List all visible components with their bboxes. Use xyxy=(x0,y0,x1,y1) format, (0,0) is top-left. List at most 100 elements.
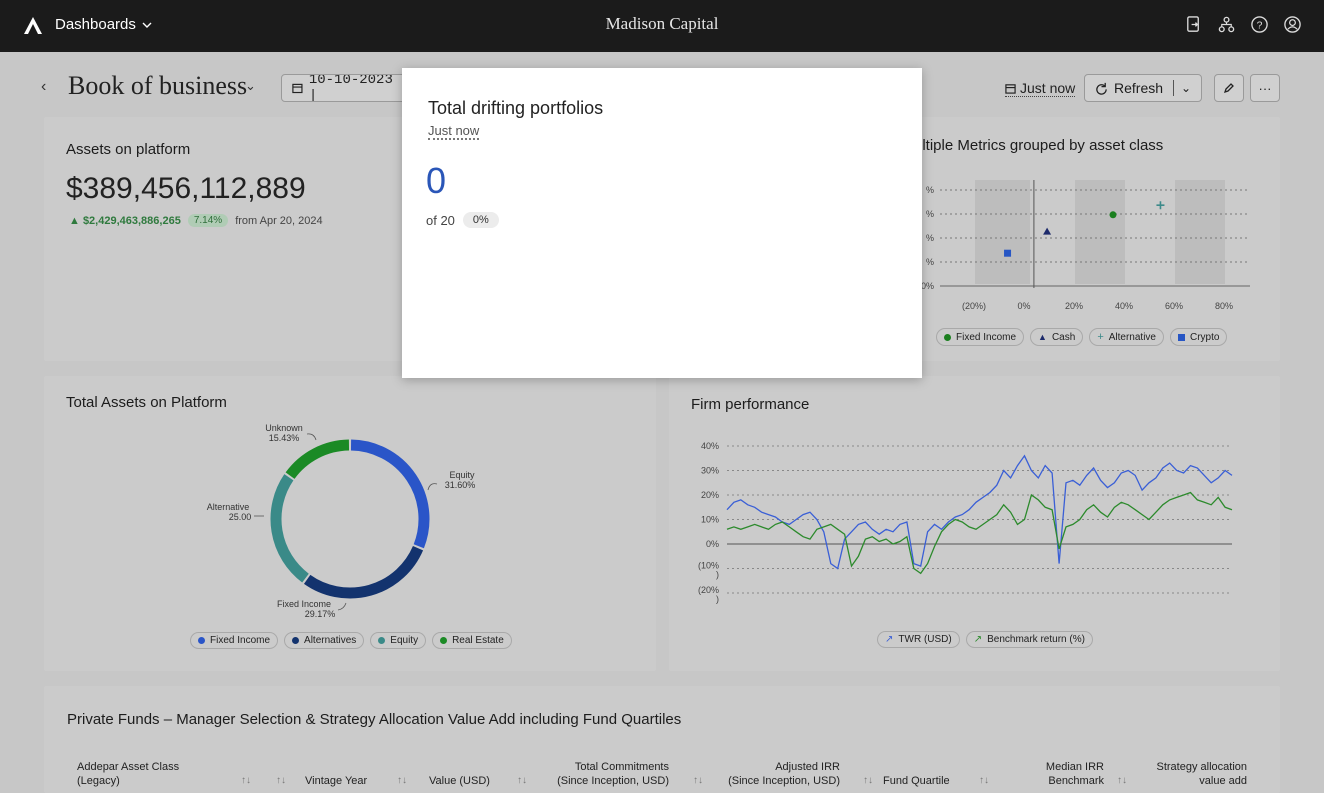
col-adjusted-irr[interactable]: Adjusted IRR (Since Inception, USD) xyxy=(716,760,840,788)
col-value-usd[interactable]: Value (USD) xyxy=(429,774,490,788)
y-tick-label: % xyxy=(926,185,934,195)
card-title: Total Assets on Platform xyxy=(66,394,227,411)
label-unknown-name: Unknown xyxy=(265,423,303,433)
legend-real-estate[interactable]: Real Estate xyxy=(432,632,512,649)
leader-line xyxy=(427,483,438,491)
popover-title: Total drifting portfolios xyxy=(428,98,604,118)
y-tick-label: % xyxy=(926,257,934,267)
y-tick-label: 20% xyxy=(701,490,719,500)
triangle-marker-icon: ▲ xyxy=(1038,332,1047,342)
x-tick-label: 20% xyxy=(1065,301,1083,311)
back-icon[interactable]: ‹ xyxy=(41,78,46,96)
dashboards-menu[interactable]: Dashboards xyxy=(55,16,152,33)
chevron-down-icon xyxy=(142,22,152,28)
legend-fixed-income[interactable]: Fixed Income xyxy=(936,328,1025,346)
org-chart-icon[interactable] xyxy=(1217,15,1236,34)
drifting-of-row: of 20 0% xyxy=(426,212,499,228)
label-alternative-value: 25.00 xyxy=(229,512,252,522)
refresh-label: Refresh xyxy=(1114,80,1164,96)
circle-marker-icon xyxy=(292,637,300,644)
plus-marker-icon: + xyxy=(1097,331,1104,343)
top-bar: Dashboards Madison Capital ? xyxy=(0,0,1324,52)
popover-timestamp[interactable]: Just now xyxy=(428,123,480,140)
y-tick-label: 10% xyxy=(701,515,719,525)
col-total-commitments[interactable]: Total Commitments (Since Inception, USD) xyxy=(546,760,669,788)
page-title[interactable]: Book of business xyxy=(68,71,247,101)
donut-slice-unknown xyxy=(285,439,350,479)
perf-legend: ↗ TWR (USD) ↗ Benchmark return (%) xyxy=(877,631,1093,648)
funds-table-header: Addepar Asset Class (Legacy) ↑↓ ↑↓ Vintag… xyxy=(44,755,1280,793)
date-picker-button[interactable]: 10-10-2023 | xyxy=(281,74,411,102)
sort-icon[interactable]: ↑↓ xyxy=(979,775,989,786)
sort-icon[interactable]: ↑↓ xyxy=(241,775,251,786)
user-icon[interactable] xyxy=(1283,15,1302,34)
multiple-metrics-card: ultiple Metrics grouped by asset class %… xyxy=(914,117,1280,361)
square-marker-icon xyxy=(1178,333,1185,341)
assets-change-pct-badge: 7.14% xyxy=(187,214,229,227)
legend-alternatives[interactable]: Alternatives xyxy=(284,632,365,649)
drifting-total: of 20 xyxy=(426,212,455,228)
col-strategy-allocation[interactable]: Strategy allocation value add xyxy=(1137,760,1248,788)
circle-marker-icon xyxy=(378,637,386,644)
sort-icon[interactable]: ↑↓ xyxy=(693,775,703,786)
donut-legend: Fixed Income Alternatives Equity Real Es… xyxy=(190,632,512,649)
card-title: Firm performance xyxy=(691,396,810,413)
leader-line xyxy=(337,602,347,611)
chevron-down-icon[interactable]: ⌄ xyxy=(245,78,256,94)
sort-icon[interactable]: ↑↓ xyxy=(1117,775,1127,786)
date-label: 10-10-2023 | xyxy=(308,74,393,102)
legend-equity[interactable]: Equity xyxy=(370,632,427,649)
calendar-icon xyxy=(1005,83,1016,94)
y-tick-label: % xyxy=(926,209,934,219)
sort-icon[interactable]: ↑↓ xyxy=(863,775,873,786)
point-cash xyxy=(1043,227,1052,235)
series-line-benchmark xyxy=(726,491,1233,575)
col-fund-quartile[interactable]: Fund Quartile xyxy=(883,774,950,788)
col-median-irr[interactable]: Median IRR Benchmark xyxy=(1006,760,1104,788)
chart-band xyxy=(1175,180,1225,284)
x-tick-label: (20%) xyxy=(962,301,986,311)
chart-band xyxy=(1075,180,1125,284)
help-icon[interactable]: ? xyxy=(1250,15,1269,34)
circle-marker-icon xyxy=(440,637,448,644)
drifting-portfolios-popover[interactable]: Total drifting portfolios Just now 0 of … xyxy=(402,68,922,378)
assets-on-platform-card: Assets on platform $389,456,112,889 ▲ $2… xyxy=(44,117,404,361)
drifting-pct-badge: 0% xyxy=(462,212,499,228)
legend-benchmark[interactable]: ↗ Benchmark return (%) xyxy=(965,631,1093,648)
donut-chart: Unknown15.43% Equity31.60% Alternative25.0… xyxy=(207,423,476,619)
total-assets-card: Total Assets on Platform Unknown 15.43% Eq… xyxy=(44,376,656,671)
refresh-menu-chevron-icon[interactable]: ⌄ xyxy=(1181,81,1191,95)
more-options-button[interactable]: ··· xyxy=(1250,74,1280,102)
y-tick-label: 0% xyxy=(921,281,934,291)
refresh-button[interactable]: Refresh ⌄ xyxy=(1084,74,1202,102)
label-alternative-name: Alternative xyxy=(207,502,250,512)
legend-twr[interactable]: ↗ TWR (USD) xyxy=(877,631,960,648)
legend-fixed-income[interactable]: Fixed Income xyxy=(190,632,279,649)
trend-line-icon: ↗ xyxy=(973,634,983,645)
refresh-icon xyxy=(1096,82,1107,95)
point-crypto xyxy=(1004,249,1012,257)
sort-icon[interactable]: ↑↓ xyxy=(397,775,407,786)
leader-line xyxy=(306,433,317,441)
scatter-legend: Fixed Income ▲ Cash + Alternative Crypto xyxy=(936,328,1228,346)
last-updated[interactable]: Just now xyxy=(1005,80,1076,97)
addepar-logo-icon[interactable] xyxy=(22,15,44,35)
x-tick-label: 0% xyxy=(1017,301,1030,311)
edit-button[interactable] xyxy=(1214,74,1244,102)
legend-alternative[interactable]: + Alternative xyxy=(1089,328,1164,346)
legend-crypto[interactable]: Crypto xyxy=(1170,328,1228,346)
card-title: ultiple Metrics grouped by asset class xyxy=(914,137,1164,154)
sort-icon[interactable]: ↑↓ xyxy=(276,775,286,786)
point-fixed-income xyxy=(1109,211,1117,219)
y-tick-label: % xyxy=(926,233,934,243)
legend-cash[interactable]: ▲ Cash xyxy=(1030,328,1084,346)
assets-change-value: ▲ $2,429,463,886,265 xyxy=(69,214,181,227)
label-unknown-value: 15.43% xyxy=(269,433,300,443)
sort-icon[interactable]: ↑↓ xyxy=(517,775,527,786)
drifting-count: 0 xyxy=(426,160,447,201)
export-icon[interactable] xyxy=(1184,15,1203,34)
assets-total-value: $389,456,112,889 xyxy=(66,172,306,205)
col-vintage-year[interactable]: Vintage Year xyxy=(305,774,367,788)
y-tick-label: ) xyxy=(716,594,719,604)
col-asset-class[interactable]: Addepar Asset Class (Legacy) xyxy=(77,760,179,788)
